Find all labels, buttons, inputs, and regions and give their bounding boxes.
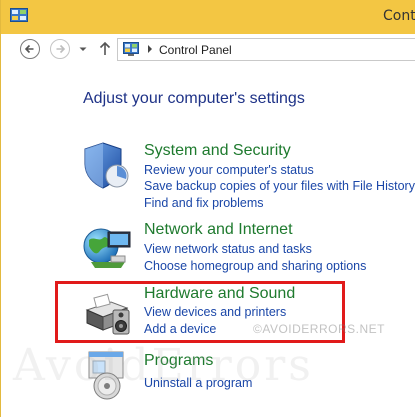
link-homegroup-sharing[interactable]: Choose homegroup and sharing options	[144, 259, 366, 273]
link-view-devices-printers[interactable]: View devices and printers	[144, 305, 286, 319]
category-hardware-and-sound[interactable]: Hardware and Sound	[144, 285, 295, 303]
control-panel-window: Cont Control Panel Adjust your computer'…	[0, 0, 415, 417]
globe-network-icon[interactable]	[81, 222, 133, 274]
control-panel-icon	[123, 42, 139, 56]
control-panel-app-icon[interactable]	[10, 8, 28, 22]
breadcrumb-control-panel[interactable]: Control Panel	[159, 43, 232, 57]
link-add-device[interactable]: Add a device	[144, 322, 216, 336]
printer-speaker-icon[interactable]	[81, 286, 133, 338]
page-heading: Adjust your computer's settings	[83, 90, 305, 107]
link-save-backup-file-history[interactable]: Save backup copies of your files with Fi…	[144, 179, 415, 193]
category-system-and-security[interactable]: System and Security	[144, 142, 291, 160]
watermark-large: AvoidErrors	[13, 340, 314, 391]
link-find-fix-problems[interactable]: Find and fix problems	[144, 196, 264, 210]
link-review-computer-status[interactable]: Review your computer's status	[144, 163, 314, 177]
forward-arrow-icon[interactable]	[49, 38, 71, 60]
link-view-network-status[interactable]: View network status and tasks	[144, 242, 312, 256]
watermark-text: ©AVOIDERRORS.NET	[253, 322, 385, 336]
title-bar: Cont	[1, 0, 415, 34]
back-arrow-icon[interactable]	[19, 38, 41, 60]
up-arrow-icon[interactable]	[97, 38, 113, 60]
navigation-bar: Control Panel	[1, 34, 415, 65]
category-network-and-internet[interactable]: Network and Internet	[144, 221, 293, 239]
breadcrumb-separator-chevron-right-icon[interactable]	[146, 43, 154, 55]
window-title: Cont	[383, 8, 415, 24]
address-bar[interactable]: Control Panel	[117, 38, 415, 61]
recent-locations-chevron-down-icon[interactable]	[77, 38, 89, 60]
shield-icon[interactable]	[81, 140, 133, 192]
